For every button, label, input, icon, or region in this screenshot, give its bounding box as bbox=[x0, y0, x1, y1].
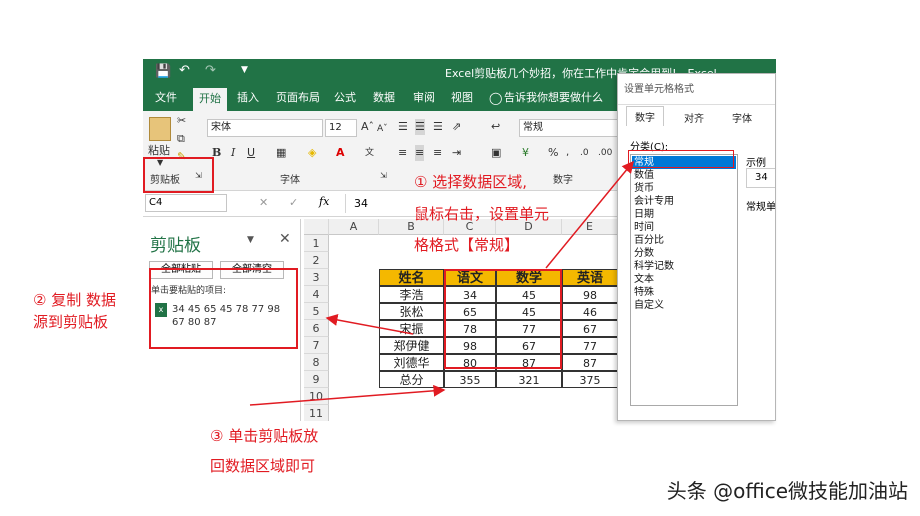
step1-line3: 格格式【常规】 bbox=[414, 236, 520, 254]
step1-line1: ① 选择数据区域, bbox=[414, 173, 527, 191]
watermark: 头条 @office微技能加油站 bbox=[666, 479, 908, 503]
slide: 💾 ↶ ↷ ▼ Excel剪贴板几个妙招，你在工作中肯定会用到! - Excel… bbox=[0, 0, 920, 516]
arrow-to-data bbox=[249, 384, 446, 406]
annotation-arrows bbox=[249, 160, 634, 406]
arrow-to-clipboard bbox=[325, 314, 414, 335]
step3-line2: 回数据区域即可 bbox=[210, 457, 316, 475]
step2-line2: 源到剪贴板 bbox=[33, 313, 109, 331]
step1-line2: 鼠标右击，设置单元 bbox=[414, 205, 550, 223]
step3-line1: ③ 单击剪贴板放 bbox=[210, 427, 319, 445]
step2-line1: ② 复制 数据 bbox=[33, 291, 116, 309]
arrow-to-dialog bbox=[545, 160, 634, 269]
